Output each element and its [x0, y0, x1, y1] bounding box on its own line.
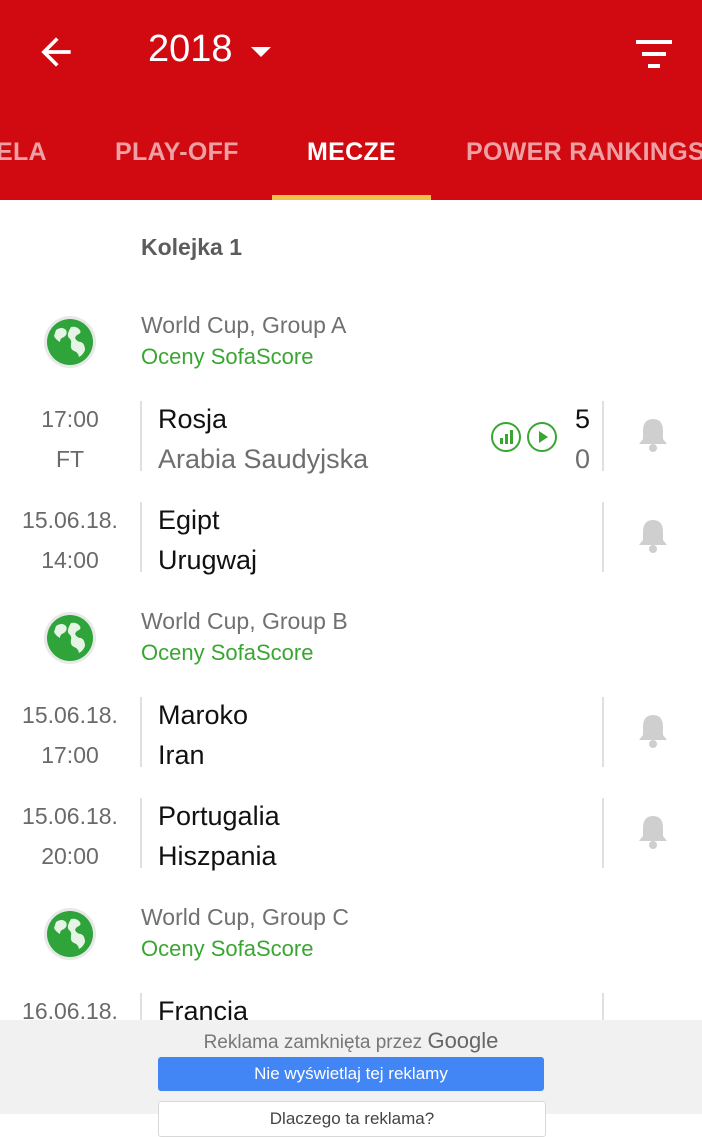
divider — [140, 798, 142, 868]
divider — [602, 798, 604, 868]
league-name: World Cup, Group C — [141, 904, 349, 930]
chevron-down-icon — [250, 46, 271, 57]
hide-ad-button[interactable]: Nie wyświetlaj tej reklamy — [158, 1057, 544, 1091]
match-row[interactable]: 15.06.18. 20:00 Portugalia Hiszpania — [0, 796, 702, 876]
globe-icon — [44, 612, 96, 664]
round-title: Kolejka 1 — [141, 234, 242, 260]
match-teams: Maroko Iran — [158, 695, 248, 775]
match-time: 15.06.18. 20:00 — [22, 803, 118, 869]
divider — [602, 697, 604, 767]
away-team: Arabia Saudyjska — [158, 444, 369, 474]
tab-tabela[interactable]: ELA — [0, 138, 47, 167]
match-row[interactable]: 15.06.18. 14:00 Egipt Urugwaj — [0, 500, 702, 580]
app-bar: 2018 ELA PLAY-OFF MECZE POWER RANKINGS — [0, 0, 702, 200]
match-teams: Portugalia Hiszpania — [158, 796, 280, 876]
divider — [140, 697, 142, 767]
tab-power-rankings[interactable]: POWER RANKINGS — [466, 138, 702, 167]
away-team: Iran — [158, 740, 205, 770]
match-row[interactable]: 15.06.18. 17:00 Maroko Iran — [0, 695, 702, 775]
tab-bar: ELA PLAY-OFF MECZE POWER RANKINGS — [0, 120, 702, 200]
match-row[interactable]: 17:00 FT Rosja Arabia Saudyjska 5 0 — [0, 399, 702, 479]
away-team: Hiszpania — [158, 841, 277, 871]
away-score: 0 — [574, 444, 590, 474]
stats-icon[interactable] — [490, 421, 522, 453]
match-teams: Egipt Urugwaj — [158, 500, 257, 580]
ratings-link[interactable]: Oceny SofaScore — [141, 936, 313, 962]
league-header[interactable]: World Cup, Group A Oceny SofaScore — [0, 312, 702, 394]
home-team: Maroko — [158, 700, 249, 730]
home-team: Egipt — [158, 505, 220, 535]
active-tab-indicator — [272, 195, 431, 200]
ad-closed-label: Reklama zamknięta przez Google — [203, 1028, 499, 1053]
year-label: 2018 — [148, 28, 233, 70]
bell-icon[interactable] — [636, 812, 670, 850]
year-selector[interactable]: 2018 — [148, 28, 271, 71]
league-header[interactable]: World Cup, Group C Oceny SofaScore — [0, 904, 702, 986]
home-score: 5 — [574, 404, 590, 434]
league-name: World Cup, Group A — [141, 312, 347, 338]
league-header[interactable]: World Cup, Group B Oceny SofaScore — [0, 608, 702, 690]
why-ad-button[interactable]: Dlaczego ta reklama? — [158, 1101, 546, 1137]
globe-icon — [44, 908, 96, 960]
match-time: 17:00 FT — [41, 406, 99, 472]
bell-icon[interactable] — [636, 516, 670, 554]
filter-icon[interactable] — [632, 34, 676, 74]
tab-play-off[interactable]: PLAY-OFF — [115, 138, 239, 167]
divider — [602, 502, 604, 572]
match-teams: Rosja Arabia Saudyjska — [158, 399, 368, 479]
ad-banner: Reklama zamknięta przez Google Nie wyświ… — [0, 1020, 702, 1137]
away-team: Urugwaj — [158, 545, 258, 575]
match-score: 5 0 — [566, 399, 590, 479]
divider — [140, 502, 142, 572]
match-time: 15.06.18. 14:00 — [22, 507, 118, 573]
ratings-link[interactable]: Oceny SofaScore — [141, 344, 313, 370]
match-media — [490, 421, 558, 453]
bell-icon[interactable] — [636, 711, 670, 749]
divider — [140, 401, 142, 471]
home-team: Rosja — [158, 404, 228, 434]
bell-icon[interactable] — [636, 415, 670, 453]
tab-mecze[interactable]: MECZE — [307, 138, 396, 167]
play-icon[interactable] — [526, 421, 558, 453]
divider — [602, 401, 604, 471]
globe-icon — [44, 316, 96, 368]
google-logo: Google — [427, 1028, 499, 1053]
back-arrow-icon[interactable] — [34, 30, 78, 74]
ratings-link[interactable]: Oceny SofaScore — [141, 640, 313, 666]
match-time: 15.06.18. 17:00 — [22, 702, 118, 768]
home-team: Portugalia — [158, 801, 280, 831]
league-name: World Cup, Group B — [141, 608, 348, 634]
